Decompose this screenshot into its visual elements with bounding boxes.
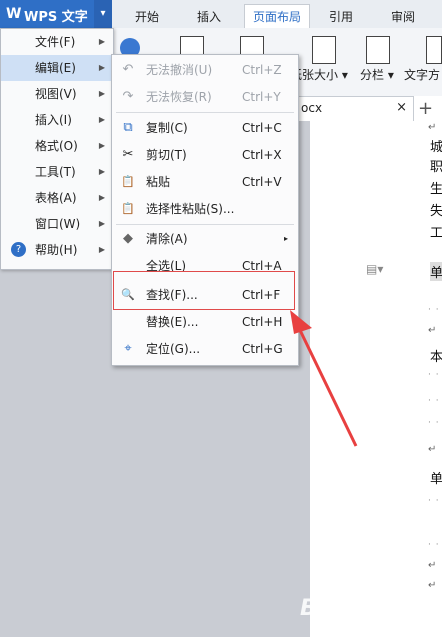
close-tab-icon[interactable]: ×	[396, 100, 407, 115]
menu-item-help[interactable]: ? 帮助(H) ▶	[1, 237, 113, 263]
doc-dots: · ·	[428, 540, 440, 550]
menu-item-edit[interactable]: 编辑(E) ▶	[1, 55, 113, 81]
menu-item-tools[interactable]: 工具(T) ▶	[1, 159, 113, 185]
eraser-icon: ◆	[123, 231, 133, 246]
doc-line: 城	[430, 140, 442, 155]
return-mark: ↵	[428, 444, 437, 455]
menu-cut[interactable]: ✂ 剪切(T) Ctrl+X	[112, 142, 298, 168]
doc-line: 单	[430, 472, 442, 487]
tab-insert[interactable]: 插入	[186, 6, 232, 28]
document-tab-name: ocx	[301, 101, 323, 115]
baidu-watermark-sub: jingyan.baidu.com	[362, 616, 442, 627]
edit-submenu: ↶ 无法撤消(U) Ctrl+Z ↷ 无法恢复(R) Ctrl+Y ⧉ 复制(C) Ctrl…	[111, 54, 299, 366]
copy-icon: ⧉	[123, 120, 133, 135]
help-icon: ?	[11, 242, 26, 257]
return-mark: ↵	[428, 560, 437, 571]
paste-icon: 📋	[121, 175, 135, 188]
new-tab-icon[interactable]: +	[418, 98, 433, 119]
doc-dots: · ·	[428, 396, 440, 406]
menu-undo[interactable]: ↶ 无法撤消(U) Ctrl+Z	[112, 57, 298, 83]
menu-separator	[116, 224, 294, 225]
menu-replace[interactable]: 替换(E)... Ctrl+H	[112, 309, 298, 335]
columns-button[interactable]: 分栏 ▾	[360, 66, 394, 83]
cut-icon: ✂	[122, 147, 134, 162]
menu-item-insert[interactable]: 插入(I) ▶	[1, 107, 113, 133]
menu-clear[interactable]: ◆ 清除(A) ▸	[112, 226, 298, 252]
return-mark: ↵	[428, 325, 437, 336]
paper-size-icon[interactable]	[312, 36, 336, 64]
menu-item-window[interactable]: 窗口(W) ▶	[1, 211, 113, 237]
doc-line: 工	[430, 226, 442, 241]
redo-icon: ↷	[122, 89, 134, 104]
doc-dots: · ·	[428, 496, 440, 506]
undo-icon: ↶	[122, 62, 134, 77]
menu-item-format[interactable]: 格式(O) ▶	[1, 133, 113, 159]
text-direction-icon[interactable]	[426, 36, 442, 64]
goto-icon: ⌖	[124, 341, 132, 356]
doc-dots: · ·	[428, 370, 440, 380]
menu-paste-special[interactable]: 📋 选择性粘贴(S)...	[112, 196, 298, 222]
menu-item-view[interactable]: 视图(V) ▶	[1, 81, 113, 107]
app-main-menu: 文件(F) ▶ 编辑(E) ▶ 视图(V) ▶ 插入(I) ▶ 格式(O) ▶ 工具(T)…	[0, 28, 114, 270]
doc-line: 生	[430, 182, 442, 197]
menu-copy[interactable]: ⧉ 复制(C) Ctrl+C	[112, 115, 298, 141]
columns-icon[interactable]	[366, 36, 390, 64]
wps-app-menu-button[interactable]: W WPS 文字 ▾	[0, 0, 112, 28]
doc-line: 单	[430, 262, 442, 281]
doc-dots: · ·	[428, 305, 440, 315]
document-tab[interactable]: ocx ×	[292, 96, 414, 121]
menu-separator	[116, 112, 294, 113]
submenu-arrow-icon: ▸	[284, 234, 289, 243]
tab-references[interactable]: 引用	[318, 6, 364, 28]
tab-page-layout[interactable]: 页面布局	[244, 4, 310, 30]
menu-redo[interactable]: ↷ 无法恢复(R) Ctrl+Y	[112, 84, 298, 110]
wps-logo-icon: W	[6, 6, 22, 22]
return-mark: ↵	[428, 122, 437, 133]
doc-line: 本	[430, 350, 442, 365]
tab-review[interactable]: 审阅	[380, 6, 426, 28]
paste-special-icon: 📋	[121, 202, 135, 215]
doc-para-icon: ▤▾	[366, 262, 384, 276]
doc-dots: · ·	[428, 418, 440, 428]
menu-paste[interactable]: 📋 粘贴 Ctrl+V	[112, 169, 298, 195]
text-direction-button[interactable]: 文字方	[404, 66, 440, 83]
doc-line: 职	[430, 160, 442, 175]
annotation-arrow	[290, 310, 358, 447]
app-title: WPS 文字	[24, 10, 88, 25]
menu-goto[interactable]: ⌖ 定位(G)... Ctrl+G	[112, 336, 298, 362]
menu-dropdown-arrow-icon[interactable]: ▾	[94, 0, 112, 28]
return-mark: ↵	[428, 580, 437, 591]
tab-home[interactable]: 开始	[124, 6, 170, 28]
doc-line: 失	[430, 204, 442, 219]
menu-item-table[interactable]: 表格(A) ▶	[1, 185, 113, 211]
menu-item-file[interactable]: 文件(F) ▶	[1, 29, 113, 55]
find-highlight-box	[113, 271, 295, 310]
